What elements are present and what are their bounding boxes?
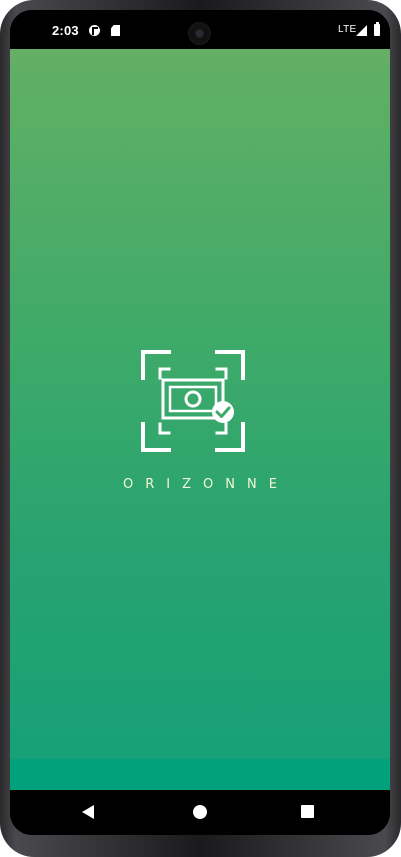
status-bar: 2:03 LTE: [10, 10, 390, 49]
navigation-bar: [10, 790, 390, 835]
network-type-label: LTE: [338, 24, 357, 35]
brand-name: ORIZONNE: [123, 477, 289, 492]
signal-icon: [356, 25, 367, 36]
splash-screen: ORIZONNE: [10, 49, 390, 790]
camera-cutout: [188, 22, 211, 45]
sd-card-icon: [111, 25, 120, 36]
phone-screen: 2:03 LTE ORIZONNE: [10, 10, 390, 835]
recents-icon[interactable]: [301, 805, 314, 818]
status-time: 2:03: [52, 23, 79, 38]
back-icon[interactable]: [82, 805, 94, 819]
battery-icon: [374, 22, 380, 36]
home-icon[interactable]: [193, 805, 207, 819]
splash-bottom-band: [10, 759, 390, 790]
phone-frame: 2:03 LTE ORIZONNE: [0, 0, 401, 857]
f-notification-icon: [89, 25, 100, 36]
money-scan-check-icon: [141, 350, 245, 452]
